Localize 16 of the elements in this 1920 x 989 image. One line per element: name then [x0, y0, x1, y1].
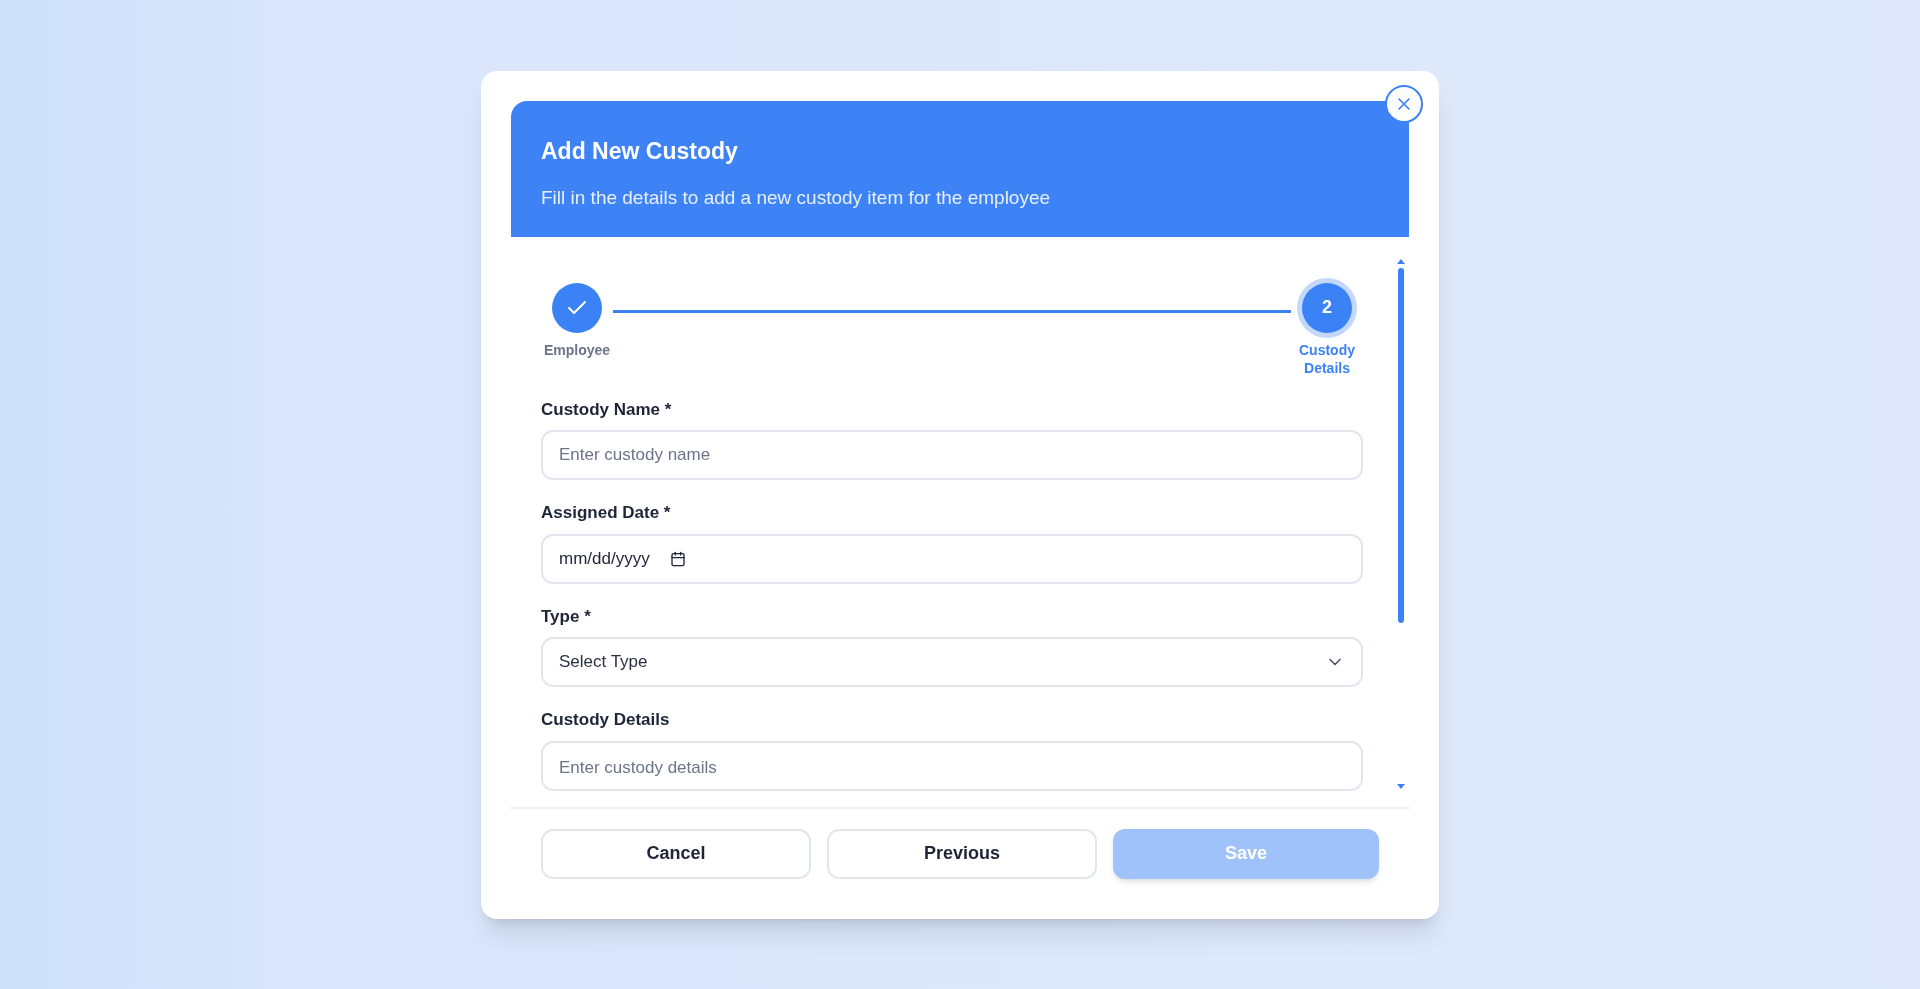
field-label: Type * — [541, 605, 592, 628]
dialog-button[interactable]: Previous — [827, 828, 1097, 879]
text-area[interactable]: Enter custody details — [541, 740, 1363, 791]
field-label: Assigned Date * — [541, 502, 672, 524]
close-button[interactable] — [1385, 84, 1423, 123]
dialog-button[interactable]: Cancel — [541, 828, 811, 879]
field-label: Custody Name * — [541, 398, 673, 421]
input-field[interactable]: Enter custody name — [541, 430, 1363, 480]
select-field[interactable]: Select Type — [541, 637, 1363, 687]
dialog-title: Add New Custody — [541, 136, 739, 166]
calendar-icon[interactable] — [669, 550, 686, 567]
step-label: Custody Details — [1298, 340, 1356, 377]
date-field[interactable]: mm/dd/yyyy — [541, 533, 1363, 584]
field-label: Custody Details — [541, 709, 671, 731]
step-label: Employee — [543, 340, 611, 359]
dialog-subtitle: Fill in the details to add a new custody item for the employee — [541, 186, 1052, 210]
